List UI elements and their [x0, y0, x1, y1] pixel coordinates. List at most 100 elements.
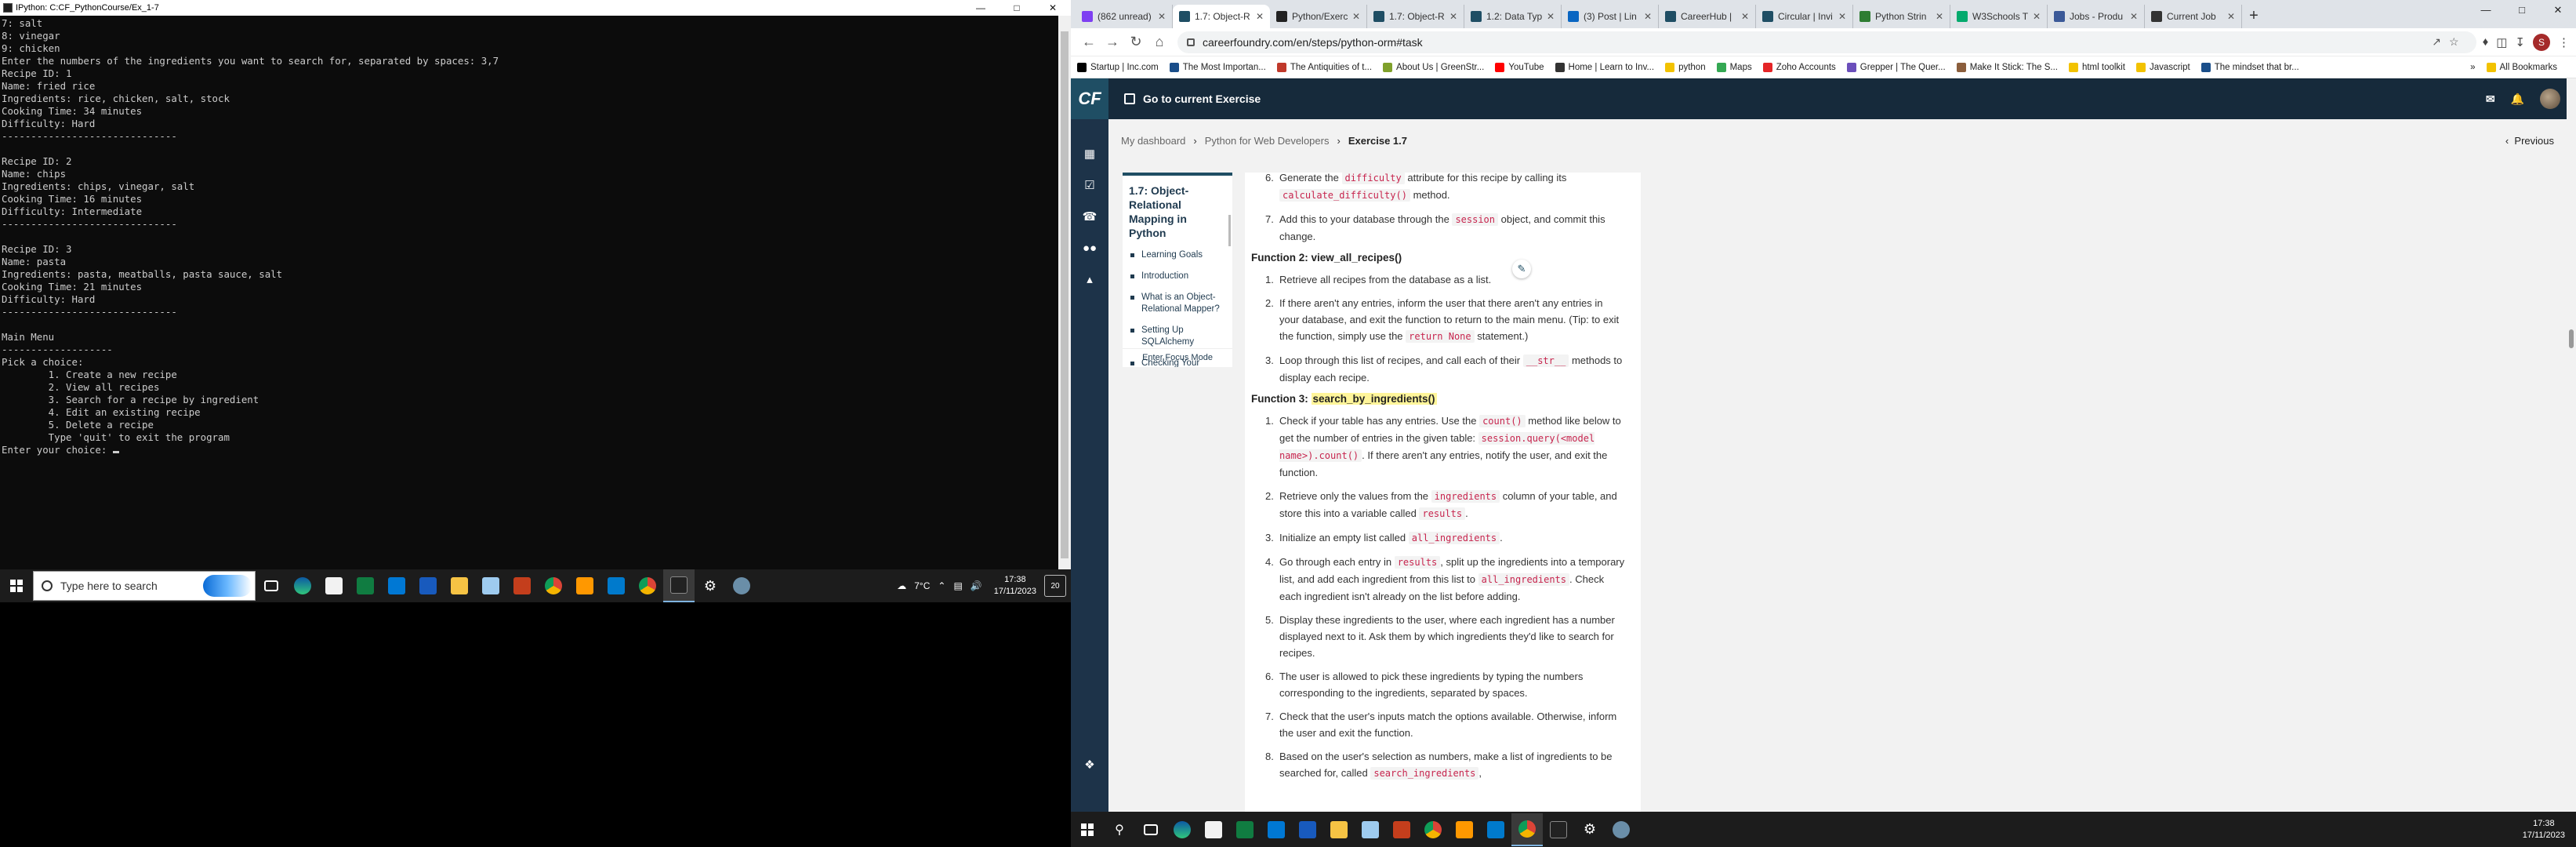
previous-button[interactable]: ‹ Previous	[2505, 135, 2554, 147]
mail-icon[interactable]: ✉	[2486, 93, 2495, 106]
tab-close-icon[interactable]: ✕	[1835, 11, 1846, 22]
notepad-icon[interactable]	[475, 569, 506, 602]
file-explorer-icon[interactable]	[444, 569, 475, 602]
enter-focus-mode-button[interactable]: Enter Focus Mode	[1123, 348, 1232, 367]
bookmark-item[interactable]: python	[1665, 62, 1706, 72]
console-output[interactable]: 7: salt 8: vinegar 9: chicken Enter the num…	[0, 16, 1058, 569]
python-app-icon[interactable]	[1605, 813, 1637, 846]
mail-icon[interactable]	[1261, 813, 1292, 846]
word-icon[interactable]	[412, 569, 444, 602]
console-titlebar[interactable]: IPython: C:CF_PythonCourse/Ex_1-7 — □ ✕	[0, 0, 1071, 16]
maximize-button[interactable]: □	[999, 0, 1035, 16]
browser-tab[interactable]: CareerHub | ✕	[1659, 5, 1756, 28]
help-icon[interactable]: ❖	[1071, 749, 1108, 780]
breadcrumb-dashboard[interactable]: My dashboard	[1121, 135, 1185, 147]
browser-minimize-button[interactable]: —	[2468, 0, 2504, 22]
bookmark-item[interactable]: About Us | GreenStr...	[1383, 62, 1484, 72]
avatar[interactable]	[2540, 89, 2560, 109]
browser-tab[interactable]: 1.7: Object-R ✕	[1173, 5, 1270, 28]
terminal-taskbar-icon[interactable]	[1543, 813, 1574, 846]
chrome-icon[interactable]	[538, 569, 569, 602]
bookmark-item[interactable]: Startup | Inc.com	[1077, 62, 1159, 72]
new-tab-button[interactable]: +	[2242, 5, 2266, 28]
store-icon[interactable]	[1198, 813, 1229, 846]
toc-scrollbar[interactable]	[1228, 215, 1231, 246]
notification-badge[interactable]: 20	[1044, 575, 1066, 597]
word-icon[interactable]	[1292, 813, 1323, 846]
page-scrollbar[interactable]	[2567, 78, 2576, 812]
browser-tab[interactable]: Jobs - Produ ✕	[2048, 5, 2145, 28]
bookmark-item[interactable]: Maps	[1716, 62, 1752, 72]
site-info-icon[interactable]	[1187, 38, 1195, 46]
search-icon[interactable]: ⚲	[1104, 813, 1135, 846]
chrome-icon[interactable]	[1417, 813, 1449, 846]
pencil-icon[interactable]: ✎	[1512, 260, 1531, 278]
powerpoint-icon[interactable]	[506, 569, 538, 602]
bookmark-item[interactable]: Home | Learn to Inv...	[1555, 62, 1654, 72]
bookmark-item[interactable]: The mindset that br...	[2200, 62, 2299, 72]
browser-maximize-button[interactable]: □	[2504, 0, 2540, 22]
weather-temp[interactable]: 7°C	[914, 580, 930, 591]
network-tree-icon[interactable]: ▴	[1071, 264, 1108, 295]
python-app-icon[interactable]	[726, 569, 757, 602]
tab-close-icon[interactable]: ✕	[1932, 11, 1943, 22]
right-clock[interactable]: 17:38 17/11/2023	[2523, 818, 2565, 842]
edge-icon[interactable]	[1166, 813, 1198, 846]
chrome-icon-active[interactable]	[1511, 812, 1543, 846]
close-button[interactable]: ✕	[1035, 0, 1071, 16]
task-view-icon[interactable]	[1135, 813, 1166, 846]
excel-icon[interactable]	[350, 569, 381, 602]
start-button[interactable]	[0, 569, 33, 602]
address-bar[interactable]: careerfoundry.com/en/steps/python-orm#ta…	[1177, 31, 2476, 53]
download-icon[interactable]: ↧	[2515, 35, 2525, 49]
side-panel-icon[interactable]: ◫	[2496, 35, 2507, 49]
bookmark-item[interactable]: The Antiquities of t...	[1276, 62, 1372, 72]
extensions-icon[interactable]: ♦	[2483, 35, 2489, 49]
toc-item[interactable]: Learning Goals	[1130, 245, 1232, 266]
notepad-icon[interactable]	[1355, 813, 1386, 846]
phone-icon[interactable]: ☎	[1071, 201, 1108, 232]
forward-icon[interactable]: →	[1101, 34, 1124, 50]
minimize-button[interactable]: —	[963, 0, 999, 16]
browser-tab[interactable]: (862 unread) ✕	[1076, 5, 1173, 28]
community-icon[interactable]: ●●	[1071, 232, 1108, 264]
menu-kebab-icon[interactable]: ⋮	[2558, 35, 2570, 49]
console-prompt-line[interactable]: Enter your choice:	[2, 444, 1057, 456]
file-explorer-icon[interactable]	[1323, 813, 1355, 846]
tab-close-icon[interactable]: ✕	[2224, 11, 2235, 22]
browser-tab[interactable]: Current Job ✕	[2145, 5, 2242, 28]
browser-tab[interactable]: 1.7: Object-R ✕	[1367, 5, 1464, 28]
taskbar-search[interactable]: Type here to search	[33, 571, 256, 601]
chevron-up-icon[interactable]: ⌃	[938, 580, 945, 591]
browser-close-button[interactable]: ✕	[2540, 0, 2576, 22]
tab-close-icon[interactable]: ✕	[1253, 11, 1264, 22]
browser-tab[interactable]: Python Strin ✕	[1853, 5, 1950, 28]
tab-close-icon[interactable]: ✕	[1446, 11, 1457, 22]
chrome-icon-2[interactable]	[632, 569, 663, 602]
home-icon[interactable]: ⌂	[1148, 34, 1171, 50]
toc-item[interactable]: Introduction	[1130, 266, 1232, 287]
task-view-icon[interactable]	[256, 569, 287, 602]
vscode-icon[interactable]	[1480, 813, 1511, 846]
left-clock[interactable]: 17:38 17/11/2023	[994, 574, 1036, 598]
sublime-icon[interactable]	[1449, 813, 1480, 846]
bookmark-item[interactable]: Zoho Accounts	[1762, 62, 1836, 72]
settings-icon[interactable]: ⚙	[695, 569, 726, 602]
terminal-taskbar-icon[interactable]	[663, 569, 695, 602]
store-icon[interactable]	[318, 569, 350, 602]
bookmark-item[interactable]: Make It Stick: The S...	[1956, 62, 2058, 72]
tab-close-icon[interactable]: ✕	[1641, 11, 1652, 22]
all-bookmarks[interactable]: All Bookmarks	[2486, 62, 2566, 72]
tab-close-icon[interactable]: ✕	[1155, 11, 1166, 22]
browser-tab[interactable]: Circular | Invi ✕	[1756, 5, 1853, 28]
checklist-icon[interactable]: ☑	[1071, 169, 1108, 201]
bookmark-item[interactable]: Javascript	[2135, 62, 2190, 72]
profile-avatar[interactable]: S	[2533, 33, 2550, 51]
excel-icon[interactable]	[1229, 813, 1261, 846]
tab-close-icon[interactable]: ✕	[2030, 11, 2041, 22]
share-star-icons[interactable]: ↗☆	[2432, 35, 2466, 49]
toc-item[interactable]: What is an Object-Relational Mapper?	[1130, 287, 1232, 320]
bookmark-item[interactable]: html toolkit	[2068, 62, 2125, 72]
cf-logo[interactable]: CF	[1071, 78, 1108, 119]
sublime-icon[interactable]	[569, 569, 600, 602]
